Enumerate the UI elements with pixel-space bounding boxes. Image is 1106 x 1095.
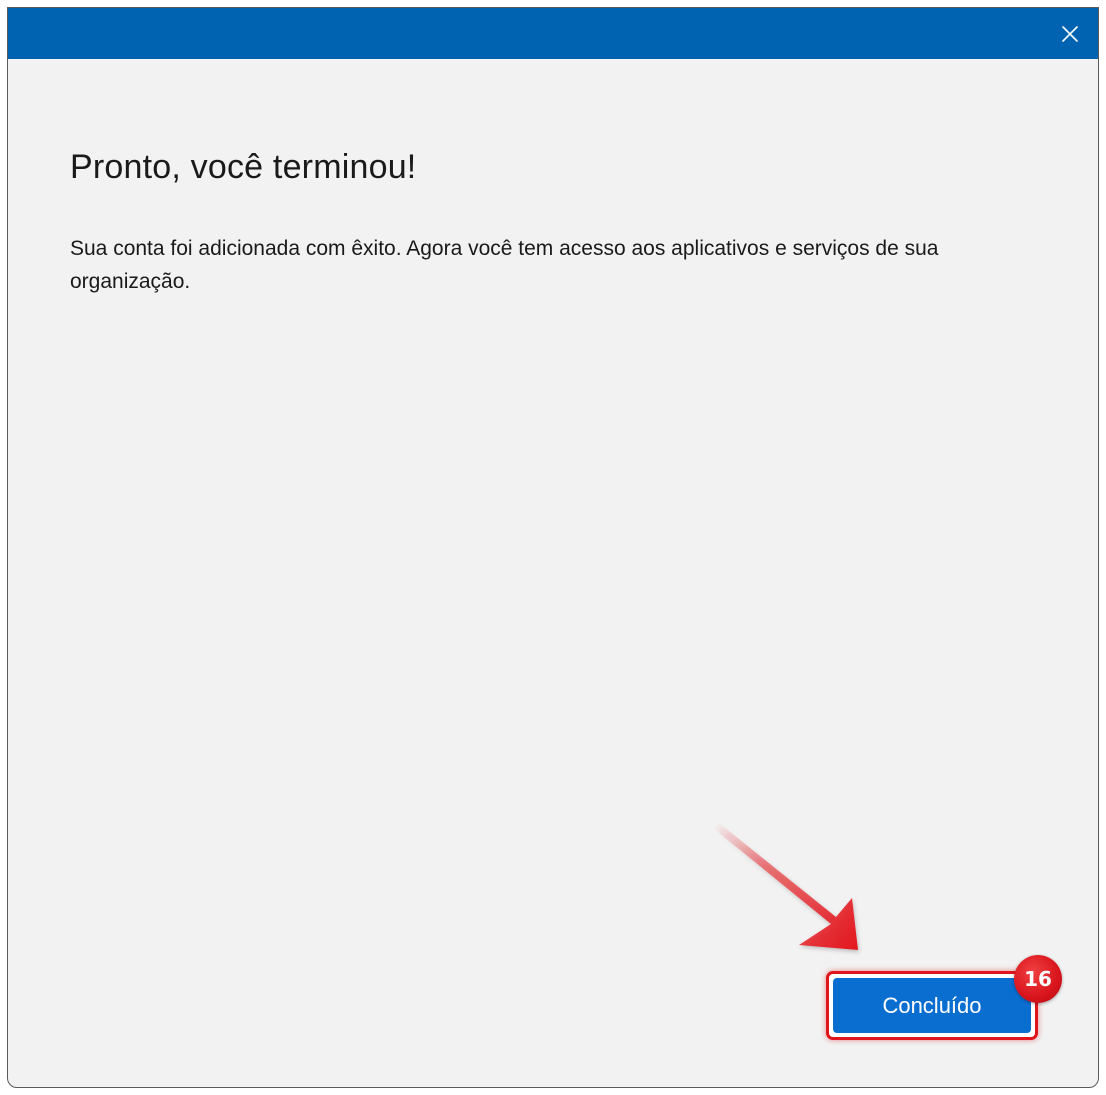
dialog-window: Pronto, você terminou! Sua conta foi adi… [7,7,1099,1088]
title-bar [8,8,1098,59]
done-button[interactable]: Concluído [833,978,1031,1033]
close-icon [1061,25,1079,43]
step-badge: 16 [1014,955,1062,1003]
page-title: Pronto, você terminou! [70,148,417,186]
success-message: Sua conta foi adicionada com êxito. Agor… [70,237,939,293]
done-button-highlight: Concluído [826,971,1038,1040]
close-button[interactable] [1042,8,1098,59]
